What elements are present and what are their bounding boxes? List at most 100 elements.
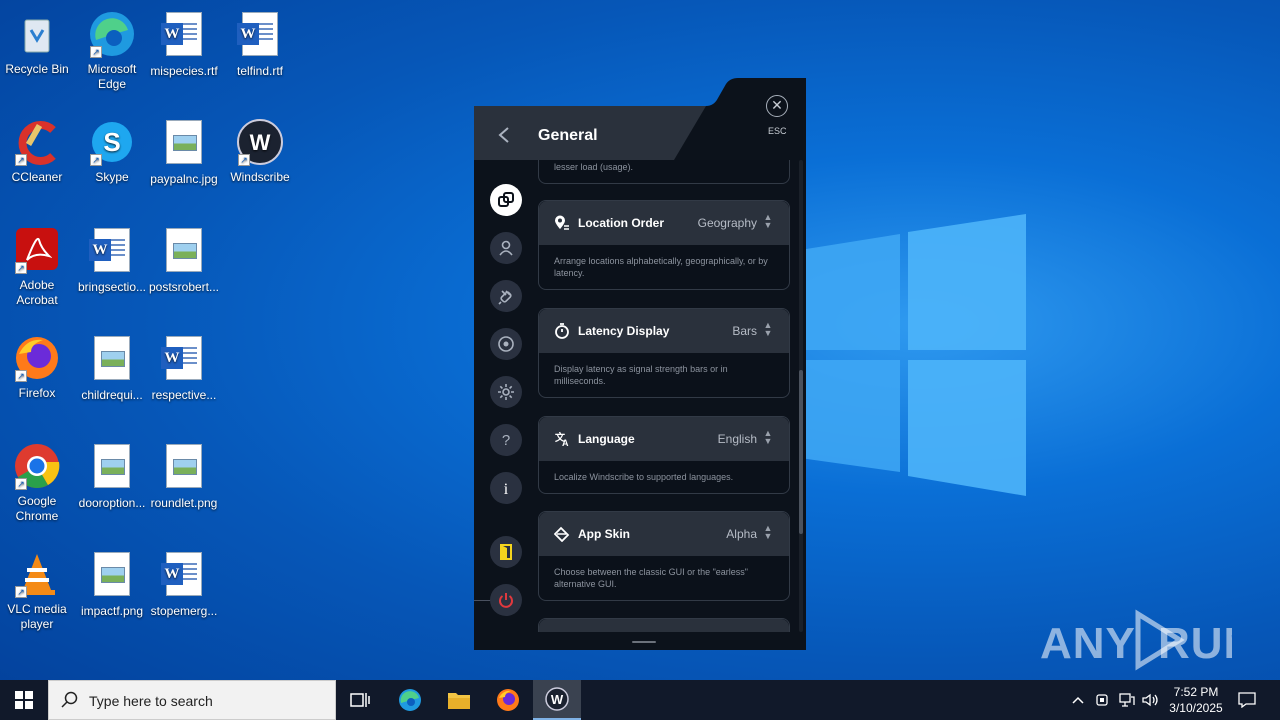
taskbar-file-explorer[interactable] (435, 680, 483, 720)
desktop-icon-postsrobert[interactable]: postsrobert... (146, 226, 222, 295)
taskbar-firefox[interactable] (484, 680, 532, 720)
stopwatch-icon (555, 323, 569, 339)
desktop-icon-ccleaner[interactable]: ↗ CCleaner (0, 118, 75, 185)
desktop-icon-childrequi[interactable]: childrequi... (74, 334, 150, 403)
recycle-bin-icon (24, 19, 50, 53)
scrollbar[interactable] (799, 160, 803, 632)
svg-text:RUN: RUN (1158, 619, 1232, 668)
nav-about[interactable]: i (490, 472, 522, 504)
gear-icon (498, 384, 514, 400)
search-icon (61, 691, 78, 708)
tray-volume[interactable] (1140, 680, 1162, 720)
task-view-button[interactable] (336, 680, 384, 720)
start-button[interactable] (0, 680, 48, 720)
up-down-chevron-icon[interactable]: ▲ ▼ (763, 429, 773, 446)
esc-label: ESC (768, 126, 787, 136)
notification-center-button[interactable] (1236, 680, 1258, 720)
next-setting-card (538, 618, 790, 632)
setting-value[interactable]: Bars (732, 324, 757, 338)
setting-header[interactable] (539, 619, 789, 632)
desktop-icon-firefox[interactable]: ↗ Firefox (0, 334, 75, 401)
desktop-icon-stopemerg[interactable]: W stopemerg... (146, 550, 222, 619)
setting-header[interactable]: 文A Language English ▲ ▼ (539, 417, 789, 461)
nav-upgrade[interactable] (490, 536, 522, 568)
setting-header[interactable]: App Skin Alpha ▲ ▼ (539, 512, 789, 556)
svg-text:?: ? (502, 432, 510, 449)
svg-text:ANY: ANY (1040, 619, 1136, 668)
tray-network[interactable] (1116, 680, 1138, 720)
windscribe-window: General ✕ ESC ? i lesser load (usage). L… (474, 78, 806, 650)
nav-quit[interactable] (490, 584, 522, 616)
close-icon: ✕ (771, 97, 783, 113)
info-icon: i (504, 481, 509, 497)
desktop-icon-chrome[interactable]: ↗ Google Chrome (0, 442, 75, 524)
taskbar-search[interactable]: Type here to search (48, 680, 336, 720)
desktop-icon-telfind[interactable]: W telfind.rtf (222, 10, 298, 79)
taskbar-windscribe[interactable]: W (533, 680, 581, 720)
up-down-chevron-icon[interactable]: ▲ ▼ (763, 213, 773, 230)
nav-robert[interactable] (490, 328, 522, 360)
desktop-icon-dooroption[interactable]: dooroption... (74, 442, 150, 511)
up-down-chevron-icon[interactable]: ▲ ▼ (763, 321, 773, 338)
setting-value[interactable]: Alpha (726, 527, 757, 541)
desktop-icon-windscribe[interactable]: W ↗ Windscribe (222, 118, 298, 185)
firefox-icon (497, 689, 519, 711)
taskbar-edge[interactable] (386, 680, 434, 720)
up-down-chevron-icon[interactable]: ▲ ▼ (763, 524, 773, 541)
nav-general[interactable] (490, 184, 522, 216)
setting-header[interactable]: Location Order Geography ▲ ▼ (539, 201, 789, 245)
windows-logo-wallpaper (800, 214, 1026, 496)
scrollbar-thumb[interactable] (799, 370, 803, 534)
setting-description: Display latency as signal strength bars … (554, 364, 728, 386)
desktop-icon-respective[interactable]: W respective... (146, 334, 222, 403)
desktop-icon-edge[interactable]: ↗ Microsoft Edge (74, 10, 150, 92)
nav-help[interactable]: ? (490, 424, 522, 456)
watermark-logo: ANY RUN (1040, 608, 1255, 683)
desktop-icon-impactf[interactable]: impactf.png (74, 550, 150, 619)
desktop-icon-mispecies[interactable]: W mispecies.rtf (146, 10, 222, 79)
settings-sidebar: ? i (474, 160, 538, 650)
tray-device[interactable] (1092, 680, 1112, 720)
desktop-icon-skype[interactable]: S ↗ Skype (74, 118, 150, 185)
tray-overflow-button[interactable] (1068, 680, 1088, 720)
svg-text:W: W (551, 692, 564, 707)
taskbar-clock[interactable]: 7:52 PM 3/10/2025 (1160, 684, 1232, 716)
setting-description: Arrange locations alphabetically, geogra… (554, 256, 768, 278)
setting-value[interactable]: Geography (698, 216, 757, 230)
device-icon (1096, 694, 1108, 706)
setting-language: 文A Language English ▲ ▼ Localize Windscri… (538, 416, 790, 494)
windows-start-icon (15, 691, 33, 709)
setting-value[interactable]: English (718, 432, 757, 446)
desktop-icon-recycle-bin[interactable]: Recycle Bin (0, 10, 75, 77)
general-icon (498, 192, 514, 207)
search-placeholder: Type here to search (89, 693, 213, 709)
location-pin-icon (555, 215, 569, 230)
desktop-icon-acrobat[interactable]: ↗ Adobe Acrobat (0, 226, 75, 308)
svg-text:i: i (504, 481, 509, 497)
setting-description: Localize Windscribe to supported languag… (554, 472, 734, 482)
setting-latency-display: Latency Display Bars ▲ ▼ Display latency … (538, 308, 790, 398)
door-icon (500, 544, 512, 560)
edge-icon (399, 689, 421, 711)
close-button[interactable]: ✕ (766, 95, 788, 117)
setting-header[interactable]: Latency Display Bars ▲ ▼ (539, 309, 789, 353)
nav-advanced[interactable] (490, 376, 522, 408)
desktop-icon-vlc[interactable]: ↗ VLC media player (0, 550, 75, 632)
desktop-icon-bringsectio[interactable]: W bringsectio... (74, 226, 150, 295)
desktop-icon-paypalnc[interactable]: paypalnc.jpg (146, 118, 222, 187)
setting-app-skin: App Skin Alpha ▲ ▼ Choose between the cla… (538, 511, 790, 601)
plug-icon (498, 290, 512, 305)
back-button[interactable] (494, 122, 516, 148)
setting-title: App Skin (578, 527, 631, 541)
svg-text:S: S (103, 127, 120, 157)
question-icon: ? (502, 432, 510, 449)
anyrun-logo: ANY RUN (1040, 609, 1255, 671)
nav-connection[interactable] (490, 280, 522, 312)
target-icon (498, 336, 514, 352)
settings-content: lesser load (usage). Location Order Geog… (538, 160, 798, 632)
desktop-icon-roundlet[interactable]: roundlet.png (146, 442, 222, 511)
resize-grip[interactable] (632, 641, 656, 643)
nav-account[interactable] (490, 232, 522, 264)
page-title: General (538, 127, 598, 144)
network-icon (1119, 693, 1135, 707)
